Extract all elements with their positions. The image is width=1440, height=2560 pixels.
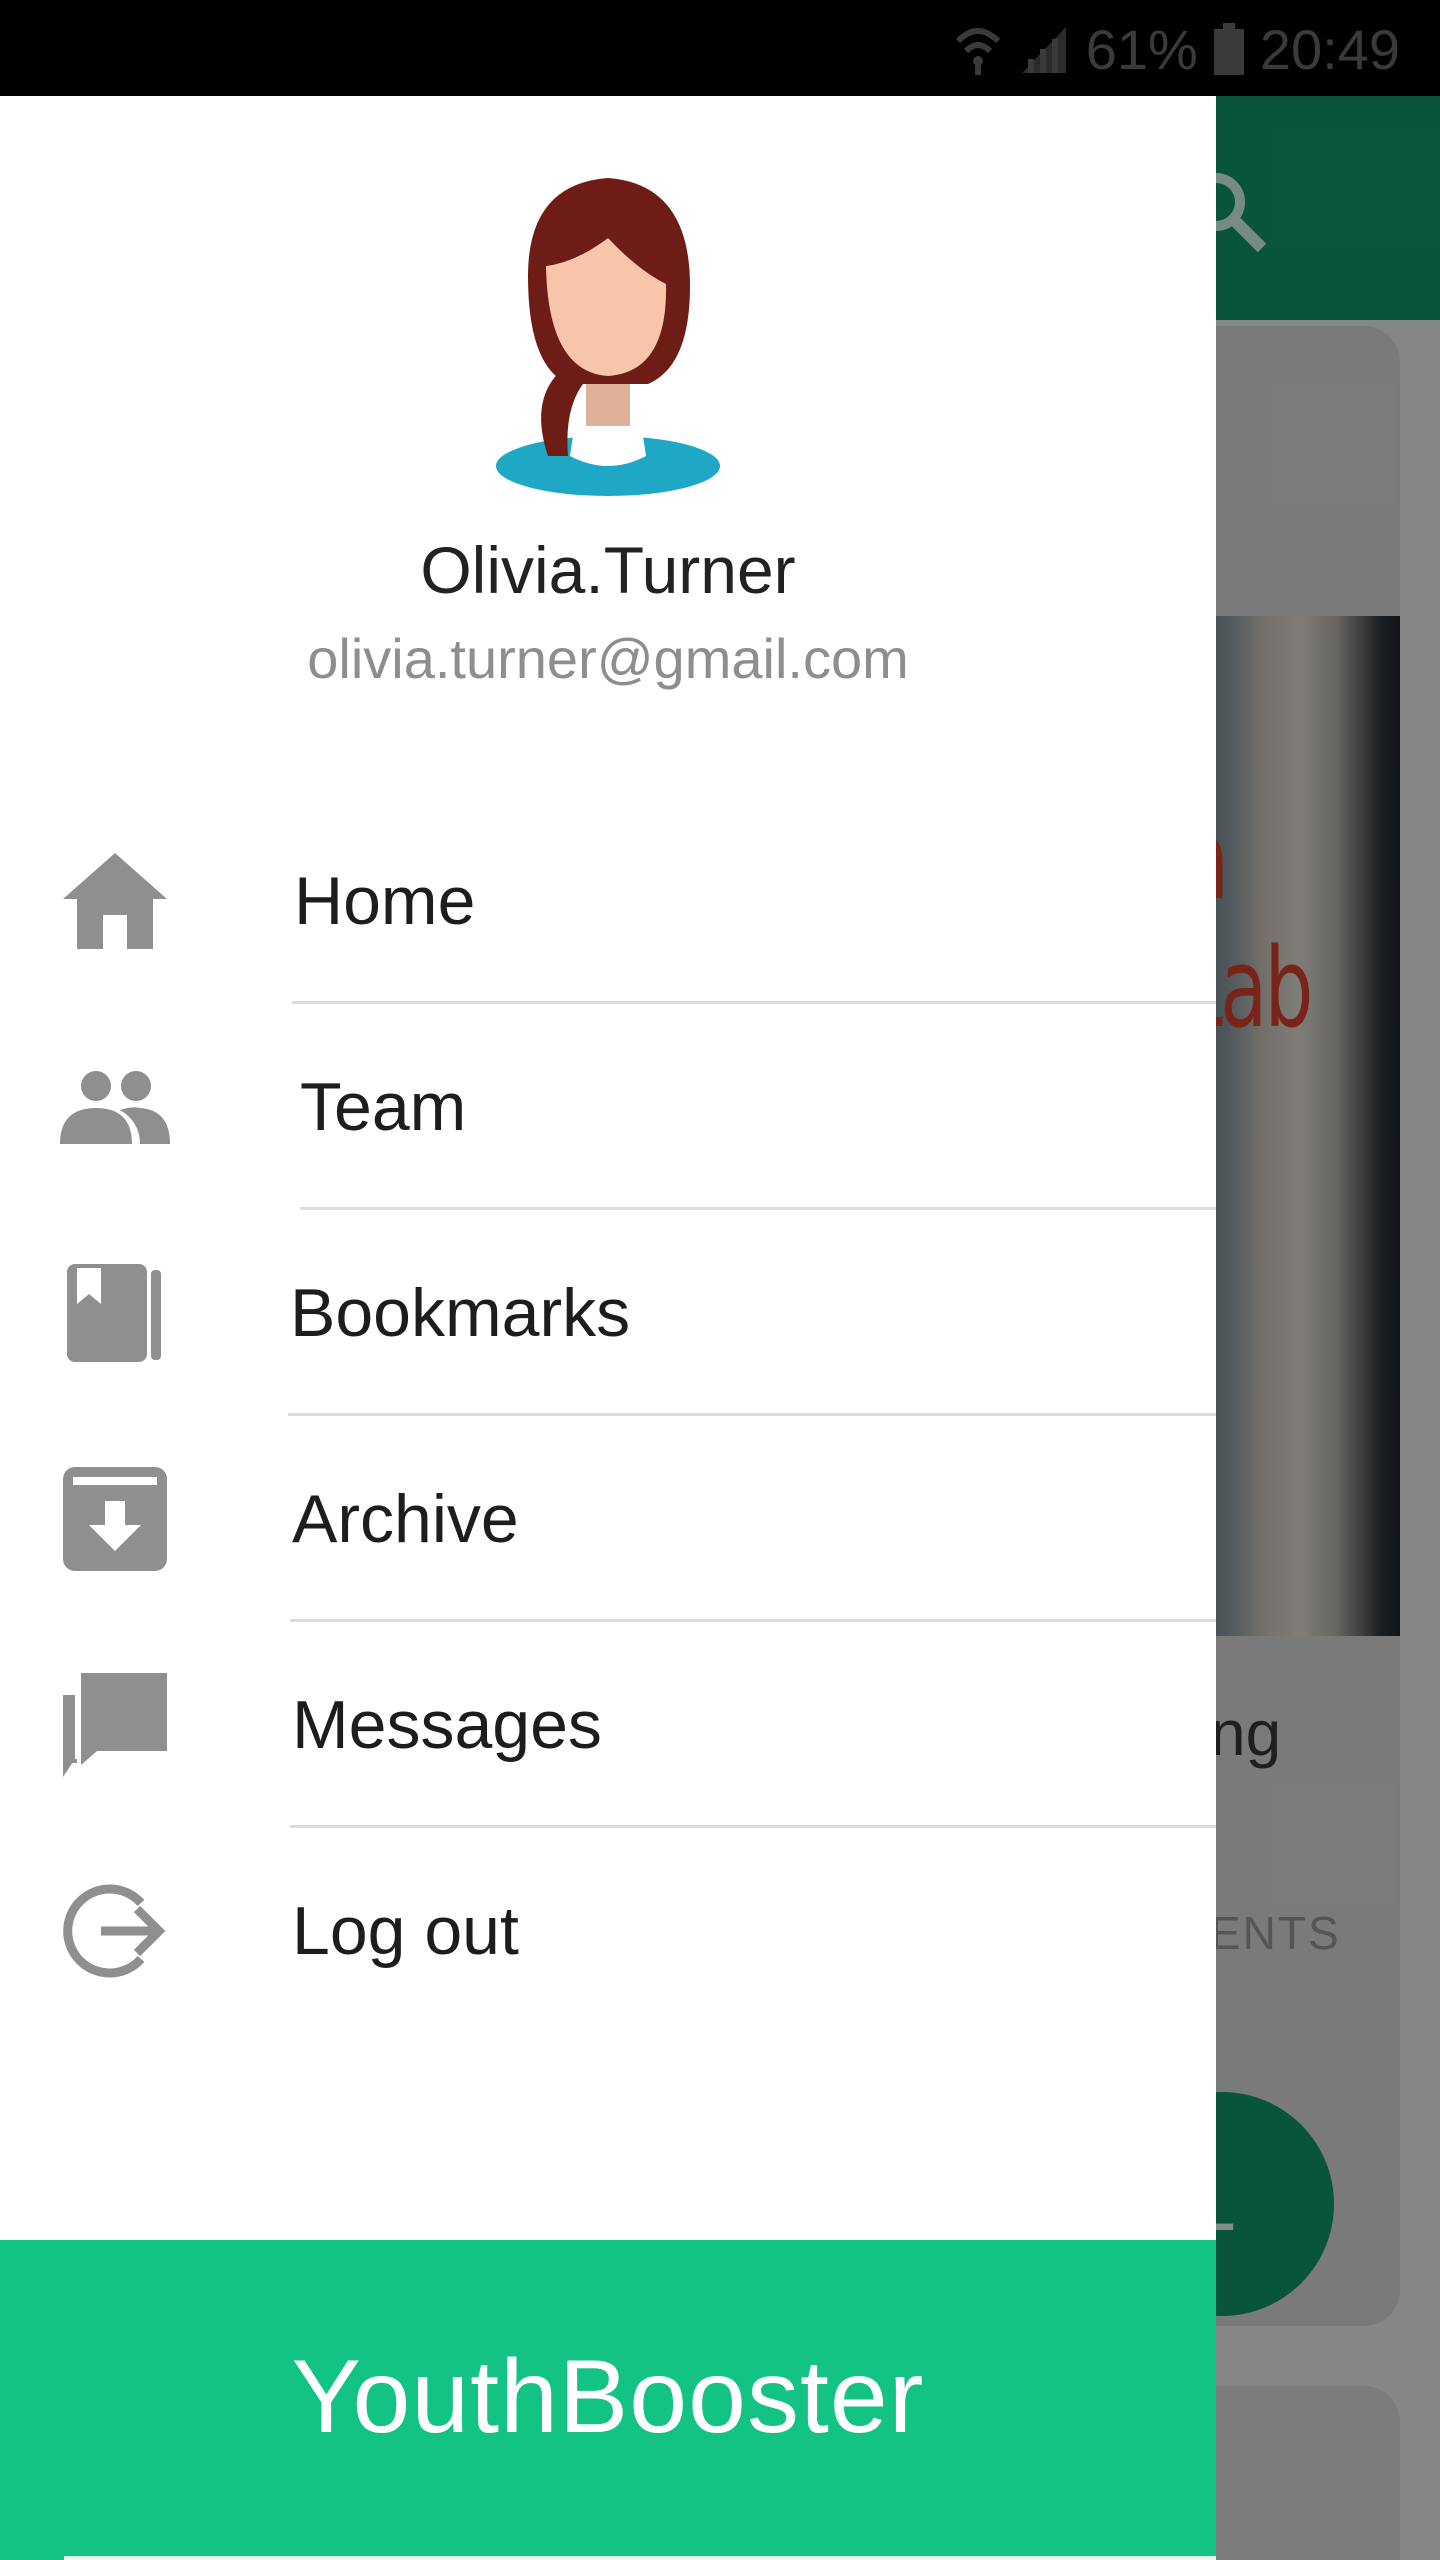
menu-item-home[interactable]: Home — [0, 798, 1216, 1004]
status-icons: 61% 20:49 — [954, 14, 1400, 84]
drawer-footer: YouthBooster — [0, 2240, 1216, 2560]
drawer-header: Olivia.Turner olivia.turner@gmail.com — [0, 96, 1216, 736]
battery-percent: 61% — [1085, 17, 1198, 81]
menu-item-team[interactable]: Team — [0, 1004, 1216, 1210]
battery-icon — [1213, 23, 1244, 75]
menu-label-home: Home — [294, 863, 476, 939]
wifi-icon — [954, 23, 1002, 75]
team-icon — [60, 1052, 170, 1162]
home-icon — [60, 846, 170, 956]
menu-item-logout[interactable]: Log out — [0, 1828, 1216, 2034]
status-bar: 61% 20:49 — [0, 0, 1440, 96]
menu-label-archive: Archive — [292, 1481, 519, 1557]
menu-label-team: Team — [300, 1069, 467, 1145]
signal-icon — [1018, 23, 1070, 75]
archive-icon — [60, 1464, 170, 1574]
app-brand-name: YouthBooster — [291, 2339, 925, 2455]
menu-label-logout: Log out — [292, 1893, 519, 1969]
footer-divider — [64, 2556, 1216, 2560]
menu-item-messages[interactable]: Messages — [0, 1622, 1216, 1828]
avatar[interactable] — [468, 166, 748, 506]
messages-icon — [60, 1670, 170, 1780]
menu-label-bookmarks: Bookmarks — [290, 1275, 631, 1351]
menu-item-bookmarks[interactable]: Bookmarks — [0, 1210, 1216, 1416]
clock: 20:49 — [1259, 17, 1400, 81]
menu-item-archive[interactable]: Archive — [0, 1416, 1216, 1622]
user-name: Olivia.Turner — [420, 533, 796, 607]
user-email: olivia.turner@gmail.com — [307, 627, 909, 690]
navigation-drawer: Olivia.Turner olivia.turner@gmail.com Ho… — [0, 96, 1216, 2560]
menu-label-messages: Messages — [292, 1687, 602, 1763]
bookmark-icon — [60, 1258, 170, 1368]
logout-icon — [60, 1876, 170, 1986]
